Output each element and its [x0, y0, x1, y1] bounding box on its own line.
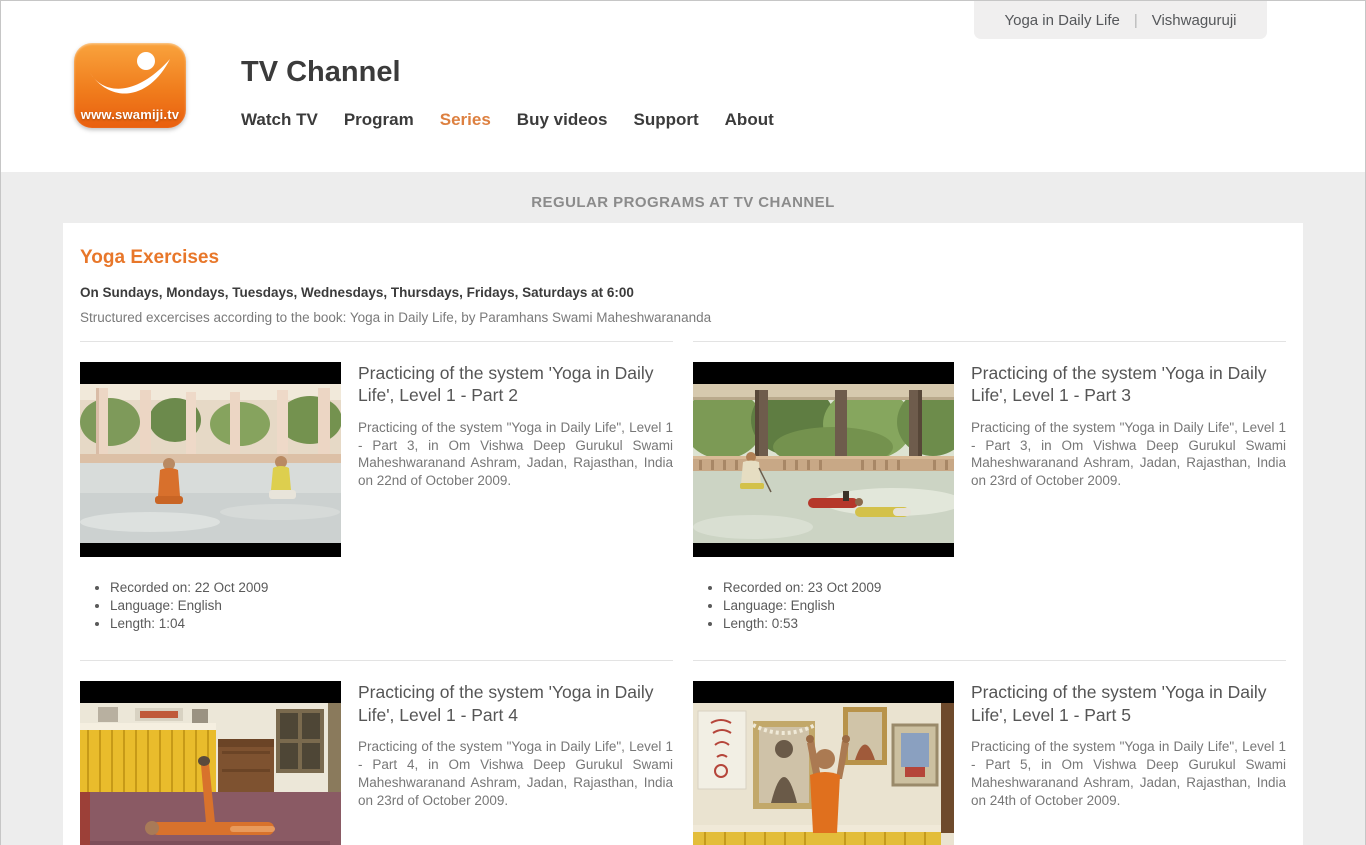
program-text: Practicing of the system 'Yoga in Daily … — [971, 362, 1286, 490]
program-description: Practicing of the system "Yoga in Daily … — [971, 419, 1286, 490]
program-title[interactable]: Practicing of the system 'Yoga in Daily … — [971, 681, 1286, 726]
meta-length: Length: 0:53 — [723, 615, 954, 633]
program-text: Practicing of the system 'Yoga in Daily … — [971, 681, 1286, 809]
meta-length: Length: 1:04 — [110, 615, 341, 633]
program-thumbnail-part5[interactable] — [693, 681, 954, 845]
nav-buy-videos[interactable]: Buy videos — [517, 110, 608, 130]
topbar: Yoga in Daily Life | Vishwaguruji — [974, 1, 1267, 39]
program-meta: Recorded on: 22 Oct 2009 Language: Engli… — [110, 579, 341, 632]
nav-about[interactable]: About — [725, 110, 774, 130]
meta-language: Language: English — [110, 597, 341, 615]
series-book-note: Structured excercises according to the b… — [80, 310, 1286, 325]
program-thumbnail-part2[interactable] — [80, 362, 341, 557]
content-card: Yoga Exercises On Sundays, Mondays, Tues… — [63, 223, 1303, 845]
main-nav: Watch TV Program Series Buy videos Suppo… — [241, 110, 774, 130]
logo-bird-icon — [84, 51, 176, 105]
series-title: Yoga Exercises — [80, 247, 1286, 269]
program-description: Practicing of the system "Yoga in Daily … — [358, 738, 673, 809]
program-item-part3: Practicing of the system 'Yoga in Daily … — [693, 341, 1286, 660]
logo-url-text: www.swamiji.tv — [81, 107, 179, 122]
program-title[interactable]: Practicing of the system 'Yoga in Daily … — [358, 362, 673, 407]
site-header: Yoga in Daily Life | Vishwaguruji www.sw… — [1, 1, 1365, 172]
site-logo[interactable]: www.swamiji.tv — [74, 43, 186, 128]
program-title[interactable]: Practicing of the system 'Yoga in Daily … — [971, 362, 1286, 407]
nav-series[interactable]: Series — [440, 110, 491, 130]
topbar-link-yoga-in-daily-life[interactable]: Yoga in Daily Life — [1004, 12, 1119, 29]
program-thumbnail-part4[interactable] — [80, 681, 341, 845]
nav-program[interactable]: Program — [344, 110, 414, 130]
page-title: TV Channel — [241, 56, 401, 89]
program-item-part2: Practicing of the system 'Yoga in Daily … — [80, 341, 673, 660]
topbar-separator: | — [1134, 12, 1138, 29]
program-thumbnail-part3[interactable] — [693, 362, 954, 557]
section-heading: REGULAR PROGRAMS AT TV CHANNEL — [1, 172, 1365, 223]
meta-language: Language: English — [723, 597, 954, 615]
page: Yoga in Daily Life | Vishwaguruji www.sw… — [0, 0, 1366, 845]
program-title[interactable]: Practicing of the system 'Yoga in Daily … — [358, 681, 673, 726]
program-item-part4: Practicing of the system 'Yoga in Daily … — [80, 660, 673, 845]
program-item-part5: Practicing of the system 'Yoga in Daily … — [693, 660, 1286, 845]
program-text: Practicing of the system 'Yoga in Daily … — [358, 362, 673, 490]
meta-recorded-on: Recorded on: 23 Oct 2009 — [723, 579, 954, 597]
program-meta: Recorded on: 23 Oct 2009 Language: Engli… — [723, 579, 954, 632]
program-list: Practicing of the system 'Yoga in Daily … — [80, 341, 1286, 845]
program-text: Practicing of the system 'Yoga in Daily … — [358, 681, 673, 809]
program-description: Practicing of the system "Yoga in Daily … — [971, 738, 1286, 809]
series-schedule: On Sundays, Mondays, Tuesdays, Wednesday… — [80, 285, 1286, 300]
meta-recorded-on: Recorded on: 22 Oct 2009 — [110, 579, 341, 597]
nav-watch-tv[interactable]: Watch TV — [241, 110, 318, 130]
program-description: Practicing of the system "Yoga in Daily … — [358, 419, 673, 490]
topbar-link-vishwaguruji[interactable]: Vishwaguruji — [1152, 12, 1237, 29]
nav-support[interactable]: Support — [634, 110, 699, 130]
